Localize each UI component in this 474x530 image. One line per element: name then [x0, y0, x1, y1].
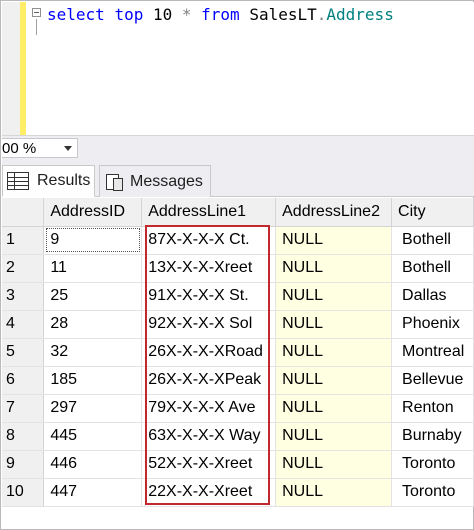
cell-addressline1[interactable]: 26X-X-X-XPeak: [141, 366, 277, 395]
cell-addressid[interactable]: 32: [43, 338, 143, 367]
cell-addressid[interactable]: 447: [43, 478, 143, 507]
cell-city[interactable]: Renton: [391, 394, 474, 423]
cell-city[interactable]: Toronto: [391, 450, 474, 479]
tab-messages-label: Messages: [130, 172, 203, 190]
table-row[interactable]: 1 9 87X-X-X-X Ct. NULL Bothell: [2, 226, 474, 255]
row-number[interactable]: 10: [2, 478, 45, 507]
cell-addressline2[interactable]: NULL: [275, 478, 393, 507]
editor-status-strip: 00 %: [2, 135, 474, 159]
cell-addressid[interactable]: 445: [43, 422, 143, 451]
cell-city[interactable]: Phoenix: [391, 310, 474, 339]
row-number[interactable]: 3: [2, 282, 45, 311]
collapse-outline-icon[interactable]: [32, 8, 41, 17]
query-token: from: [201, 5, 240, 24]
cell-addressid[interactable]: 9: [43, 226, 143, 255]
cell-addressline2[interactable]: NULL: [275, 338, 393, 367]
cell-addressline1[interactable]: 87X-X-X-X Ct.: [141, 226, 277, 255]
cell-addressline2[interactable]: NULL: [275, 310, 393, 339]
row-number[interactable]: 7: [2, 394, 45, 423]
cell-city[interactable]: Bellevue: [391, 366, 474, 395]
outline-guide-line: [36, 19, 37, 35]
column-header-addressid[interactable]: AddressID: [43, 198, 143, 227]
results-tabbar: Results Messages: [2, 159, 474, 197]
tab-results[interactable]: Results: [2, 165, 95, 197]
cell-addressline1[interactable]: 91X-X-X-X St.: [141, 282, 277, 311]
zoom-dropdown[interactable]: 00 %: [2, 138, 78, 158]
messages-icon: [104, 173, 123, 191]
cell-addressid[interactable]: 446: [43, 450, 143, 479]
cell-addressline2[interactable]: NULL: [275, 366, 393, 395]
query-token: .: [316, 5, 327, 24]
cell-city[interactable]: Bothell: [391, 254, 474, 283]
query-token: SalesLT: [239, 5, 317, 24]
query-token: *: [181, 5, 192, 24]
row-number[interactable]: 4: [2, 310, 45, 339]
column-header-city[interactable]: City: [391, 198, 474, 227]
row-number[interactable]: 2: [2, 254, 45, 283]
cell-addressline1[interactable]: 13X-X-X-Xreet: [141, 254, 277, 283]
row-number[interactable]: 5: [2, 338, 45, 367]
cell-addressline2[interactable]: NULL: [275, 394, 393, 423]
table-row[interactable]: 5 32 26X-X-X-XRoad NULL Montreal: [2, 338, 474, 367]
cell-addressline1[interactable]: 63X-X-X-X Way: [141, 422, 277, 451]
query-token: 10: [143, 5, 182, 24]
cell-addressline2[interactable]: NULL: [275, 422, 393, 451]
cell-city[interactable]: Bothell: [391, 226, 474, 255]
table-row[interactable]: 6 185 26X-X-X-XPeak NULL Bellevue: [2, 366, 474, 395]
query-token: Address: [326, 5, 394, 24]
query-text[interactable]: select top 10 * from SalesLT.Address: [47, 5, 394, 25]
column-header-addressline2[interactable]: AddressLine2: [275, 198, 393, 227]
query-token: select: [47, 5, 105, 24]
query-editor[interactable]: select top 10 * from SalesLT.Address: [2, 2, 474, 135]
cell-addressline1[interactable]: 92X-X-X-X Sol: [141, 310, 277, 339]
table-row[interactable]: 3 25 91X-X-X-X St. NULL Dallas: [2, 282, 474, 311]
query-token: [192, 5, 202, 24]
cell-addressline1[interactable]: 22X-X-X-Xreet: [141, 478, 277, 507]
grid-header-row: AddressID AddressLine1 AddressLine2 City: [2, 198, 474, 227]
cell-city[interactable]: Montreal: [391, 338, 474, 367]
cell-addressline1[interactable]: 79X-X-X-X Ave: [141, 394, 277, 423]
cell-addressline1[interactable]: 26X-X-X-XRoad: [141, 338, 277, 367]
grid-icon: [7, 172, 29, 190]
cell-addressid[interactable]: 25: [43, 282, 143, 311]
table-row[interactable]: 8 445 63X-X-X-X Way NULL Burnaby: [2, 422, 474, 451]
table-row[interactable]: 4 28 92X-X-X-X Sol NULL Phoenix: [2, 310, 474, 339]
cell-addressid[interactable]: 297: [43, 394, 143, 423]
ssms-window: select top 10 * from SalesLT.Address 00 …: [0, 0, 474, 530]
row-number[interactable]: 8: [2, 422, 45, 451]
cell-addressid[interactable]: 185: [43, 366, 143, 395]
row-number-header[interactable]: [2, 198, 45, 227]
column-header-addressline1[interactable]: AddressLine1: [141, 198, 277, 227]
cell-addressid[interactable]: 28: [43, 310, 143, 339]
table-row[interactable]: 10 447 22X-X-X-Xreet NULL Toronto: [2, 478, 474, 507]
row-number[interactable]: 6: [2, 366, 45, 395]
cell-city[interactable]: Toronto: [391, 478, 474, 507]
cell-addressline2[interactable]: NULL: [275, 226, 393, 255]
cell-addressline2[interactable]: NULL: [275, 282, 393, 311]
chevron-down-icon[interactable]: [64, 146, 72, 151]
table-row[interactable]: 2 11 13X-X-X-Xreet NULL Bothell: [2, 254, 474, 283]
zoom-value: 00 %: [2, 140, 37, 157]
row-number[interactable]: 1: [2, 226, 45, 255]
cell-addressid[interactable]: 11: [43, 254, 143, 283]
query-token: top: [114, 5, 144, 24]
cell-city[interactable]: Burnaby: [391, 422, 474, 451]
query-token: [105, 5, 115, 24]
cell-addressline2[interactable]: NULL: [275, 254, 393, 283]
editor-change-bar: [20, 2, 26, 135]
tab-results-label: Results: [37, 172, 91, 189]
cell-addressline1[interactable]: 52X-X-X-Xreet: [141, 450, 277, 479]
table-row[interactable]: 7 297 79X-X-X-X Ave NULL Renton: [2, 394, 474, 423]
row-number[interactable]: 9: [2, 450, 45, 479]
table-row[interactable]: 9 446 52X-X-X-Xreet NULL Toronto: [2, 450, 474, 479]
tab-messages[interactable]: Messages: [99, 165, 211, 197]
cell-addressline2[interactable]: NULL: [275, 450, 393, 479]
cell-city[interactable]: Dallas: [391, 282, 474, 311]
results-grid[interactable]: AddressID AddressLine1 AddressLine2 City…: [2, 198, 474, 507]
